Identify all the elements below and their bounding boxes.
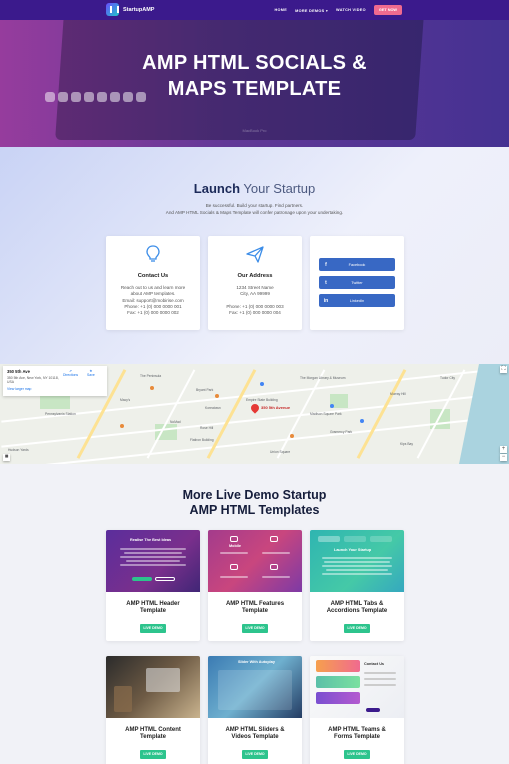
launch-title: Launch Your Startup (193, 181, 316, 196)
nav-home[interactable]: HOME (275, 8, 288, 12)
map-label: Bryant Park (196, 388, 214, 392)
live-demo-button[interactable]: LIVE DEMO (140, 624, 166, 633)
template-thumbnail[interactable]: Launch Your Startup (310, 530, 404, 592)
template-thumbnail[interactable]: Contact Us (310, 656, 404, 718)
map-label: Tudor City (440, 376, 456, 380)
get-now-button[interactable]: GET NOW (373, 5, 402, 15)
map-label: Madison Square Park (310, 412, 342, 416)
template-card: Launch Your Startup AMP HTML Tabs & Acco… (310, 530, 404, 641)
contact-title: Contact Us (137, 273, 169, 279)
template-card: AMP HTML Content Template LIVE DEMO (106, 656, 200, 764)
template-card: Mobile AMP HTML Features Template LIVE D… (208, 530, 302, 641)
map-label: Flatiron Building (190, 438, 214, 442)
template-thumbnail[interactable]: Slider With Autoplay (208, 656, 302, 718)
brand-logo-icon (106, 3, 119, 16)
map-label: Murray Hill (390, 392, 406, 396)
launch-description: Be successful. Build your startup. Find … (165, 203, 344, 215)
paper-plane-icon (246, 246, 264, 263)
facebook-button[interactable]: f Facebook (319, 258, 395, 271)
template-thumbnail[interactable]: Mobile (208, 530, 302, 592)
map-label: The Morgan Library & Museum (300, 376, 346, 380)
pegman-icon[interactable]: ■ (3, 454, 10, 461)
map-label: Empire State Building (246, 398, 278, 402)
hero-title: AMP HTML SOCIALS & MAPS TEMPLATE (142, 52, 367, 100)
hero-section: AMP HTML SOCIALS & MAPS TEMPLATE MacBook… (0, 20, 509, 147)
map-place-address: 350 5th Ave, New York, NY 10118, USA (7, 376, 59, 384)
address-title: Our Address (237, 273, 273, 279)
nav-menu: HOME MORE DEMOS ▾ WATCH VIDEO GET NOW (275, 5, 402, 15)
live-demo-button[interactable]: LIVE DEMO (344, 750, 370, 759)
template-name: AMP HTML Sliders & Videos Template (225, 727, 285, 741)
template-thumbnail[interactable] (106, 656, 200, 718)
brand-name: StartupAMP (123, 6, 155, 13)
zoom-in-button[interactable]: + (500, 446, 507, 453)
facebook-icon: f (325, 261, 327, 268)
map-label: Kips Bay (400, 442, 414, 446)
map-label: The Peninsula (140, 374, 162, 378)
template-name: AMP HTML Content Template (125, 727, 181, 741)
contact-text: Reach out to us and learn more about AMP… (120, 285, 186, 316)
twitter-button[interactable]: t Twitter (319, 276, 395, 289)
template-name: AMP HTML Features Template (225, 601, 285, 615)
live-demo-button[interactable]: LIVE DEMO (242, 624, 268, 633)
top-navbar: StartupAMP HOME MORE DEMOS ▾ WATCH VIDEO… (0, 0, 509, 20)
live-demo-button[interactable]: LIVE DEMO (140, 750, 166, 759)
zoom-out-button[interactable]: − (500, 454, 507, 461)
map-label: Koreatown (205, 406, 221, 410)
contact-card: Contact Us Reach out to us and learn mor… (106, 236, 200, 330)
save-button[interactable]: ★ Save (87, 369, 95, 377)
template-thumbnail[interactable]: Realise The Best Ideas (106, 530, 200, 592)
linkedin-icon: in (323, 297, 329, 304)
template-card: Contact Us AMP HTML Teams & Forms Templa… (310, 656, 404, 764)
template-name: AMP HTML Header Template (126, 601, 180, 615)
address-text: 1234 Street Name City, AA 99999 Phone: +… (226, 285, 284, 316)
more-templates-title: More Live Demo Startup AMP HTML Template… (182, 488, 327, 517)
fullscreen-icon[interactable]: ⛶ (500, 366, 507, 373)
brand[interactable]: StartupAMP (106, 3, 154, 16)
linkedin-button[interactable]: in LinkedIn (319, 294, 395, 307)
live-demo-button[interactable]: LIVE DEMO (344, 624, 370, 633)
map-label: Union Square (270, 450, 291, 454)
template-name: AMP HTML Teams & Forms Template (328, 727, 386, 741)
twitter-icon: t (325, 279, 327, 286)
lightbulb-icon (146, 245, 160, 262)
live-demo-button[interactable]: LIVE DEMO (242, 750, 268, 759)
map-label: Rose Hill (200, 426, 214, 430)
map-label: Hudson Yards (8, 448, 29, 452)
map-label: Gramercy Park (330, 430, 353, 434)
address-card: Our Address 1234 Street Name City, AA 99… (208, 236, 302, 330)
map-label: Pennsylvania Station (45, 412, 76, 416)
directions-button[interactable]: ➚ Directions (63, 369, 78, 377)
template-name: AMP HTML Tabs & Accordions Template (326, 601, 388, 615)
social-card: f Facebook t Twitter in LinkedIn (310, 236, 404, 330)
map-label: Macy's (120, 398, 131, 402)
map-marker-label: 350 5th Avenue (261, 405, 291, 410)
nav-watch-video[interactable]: WATCH VIDEO (336, 8, 366, 12)
hero-bg-caption: MacBook Pro (242, 128, 267, 133)
template-card: Realise The Best Ideas AMP HTML Header T… (106, 530, 200, 641)
nav-more-demos[interactable]: MORE DEMOS ▾ (295, 8, 328, 13)
view-larger-map-link[interactable]: View larger map (7, 387, 103, 391)
template-card: Slider With Autoplay AMP HTML Sliders & … (208, 656, 302, 764)
map-label: NoMad (170, 420, 181, 424)
